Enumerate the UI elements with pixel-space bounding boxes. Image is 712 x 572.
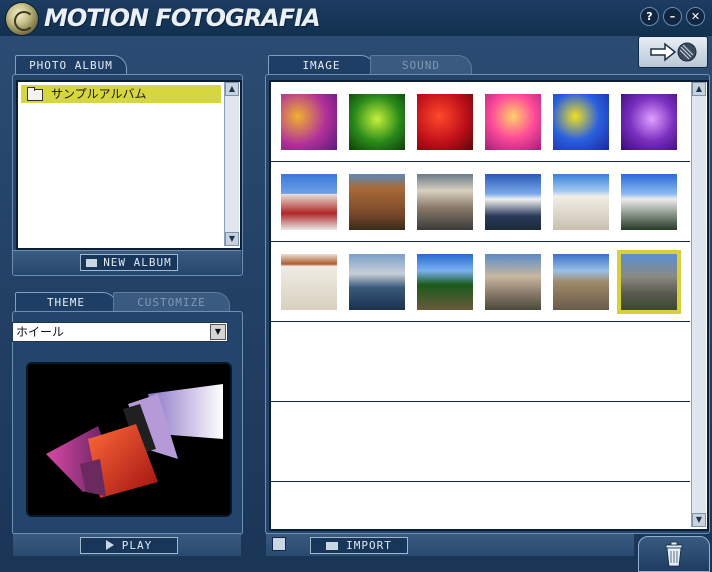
thumbnail-image[interactable] bbox=[553, 94, 609, 150]
thumbnail-image[interactable] bbox=[621, 94, 677, 150]
app-window: MOTION FOTOGRAFIA ? – ✕ PHOTO ALBUM サンプル… bbox=[0, 0, 712, 572]
scroll-down-icon[interactable]: ▼ bbox=[225, 232, 239, 246]
thumbnail-image[interactable] bbox=[281, 94, 337, 150]
scroll-up-icon[interactable]: ▲ bbox=[225, 82, 239, 96]
help-button[interactable]: ? bbox=[640, 7, 659, 26]
play-button[interactable]: PLAY bbox=[80, 537, 178, 554]
import-folder-icon bbox=[326, 542, 339, 550]
thumbnail-scrollbar[interactable]: ▲ ▼ bbox=[691, 82, 706, 527]
export-arrow-icon bbox=[650, 42, 697, 62]
thumbnail-row bbox=[271, 402, 690, 482]
title-bar[interactable]: MOTION FOTOGRAFIA ? – ✕ bbox=[0, 0, 712, 36]
minimize-button[interactable]: – bbox=[663, 7, 682, 26]
thumbnail-image[interactable] bbox=[417, 254, 473, 310]
thumbnail-image[interactable] bbox=[281, 254, 337, 310]
trash-icon bbox=[665, 541, 683, 567]
tab-image[interactable]: IMAGE bbox=[268, 55, 375, 76]
thumbnail-image[interactable] bbox=[553, 254, 609, 310]
thumbnail-image[interactable] bbox=[417, 174, 473, 230]
tab-customize[interactable]: CUSTOMIZE bbox=[113, 292, 230, 313]
album-item-label: サンプルアルバム bbox=[51, 87, 147, 101]
thumbnail-image[interactable] bbox=[349, 174, 405, 230]
theme-preview-image bbox=[46, 384, 223, 498]
theme-select[interactable]: ホイール ▼ bbox=[12, 322, 228, 342]
thumbnail-image[interactable] bbox=[553, 174, 609, 230]
slideshow-icon[interactable] bbox=[272, 537, 286, 551]
dropdown-arrow-icon[interactable]: ▼ bbox=[210, 324, 226, 340]
thumbnail-row bbox=[271, 322, 690, 402]
thumbnail-image[interactable] bbox=[281, 174, 337, 230]
thumbnail-image[interactable] bbox=[485, 254, 541, 310]
logo-icon bbox=[6, 3, 38, 35]
tab-sound[interactable]: SOUND bbox=[370, 55, 472, 76]
thumbnail-image[interactable] bbox=[417, 94, 473, 150]
album-item[interactable]: サンプルアルバム bbox=[21, 85, 221, 103]
tab-theme[interactable]: THEME bbox=[15, 292, 117, 313]
album-list[interactable]: サンプルアルバム ▲ ▼ bbox=[16, 80, 242, 250]
export-button[interactable] bbox=[638, 36, 708, 68]
theme-select-value: ホイール bbox=[16, 325, 65, 339]
play-label: PLAY bbox=[121, 539, 153, 552]
album-scrollbar[interactable]: ▲ ▼ bbox=[224, 82, 239, 246]
import-label: IMPORT bbox=[346, 539, 392, 552]
scroll-up-icon[interactable]: ▲ bbox=[692, 82, 706, 96]
thumbnail-image[interactable] bbox=[349, 94, 405, 150]
scroll-down-icon[interactable]: ▼ bbox=[692, 513, 706, 527]
folder-icon bbox=[27, 87, 43, 101]
thumbnail-image[interactable] bbox=[349, 254, 405, 310]
thumbnail-image[interactable] bbox=[485, 174, 541, 230]
theme-preview bbox=[26, 362, 232, 517]
close-button[interactable]: ✕ bbox=[686, 7, 705, 26]
thumbnail-image[interactable] bbox=[621, 174, 677, 230]
thumbnail-image-selected[interactable] bbox=[617, 250, 681, 314]
trash-button[interactable] bbox=[638, 536, 710, 572]
app-title: MOTION FOTOGRAFIA bbox=[44, 4, 321, 32]
new-album-button[interactable]: NEW ALBUM bbox=[80, 254, 178, 271]
folder-icon bbox=[86, 259, 98, 267]
import-button[interactable]: IMPORT bbox=[310, 537, 408, 554]
new-album-label: NEW ALBUM bbox=[103, 256, 172, 269]
play-icon bbox=[105, 540, 114, 550]
tab-photo-album[interactable]: PHOTO ALBUM bbox=[15, 55, 127, 76]
thumbnail-image[interactable] bbox=[485, 94, 541, 150]
